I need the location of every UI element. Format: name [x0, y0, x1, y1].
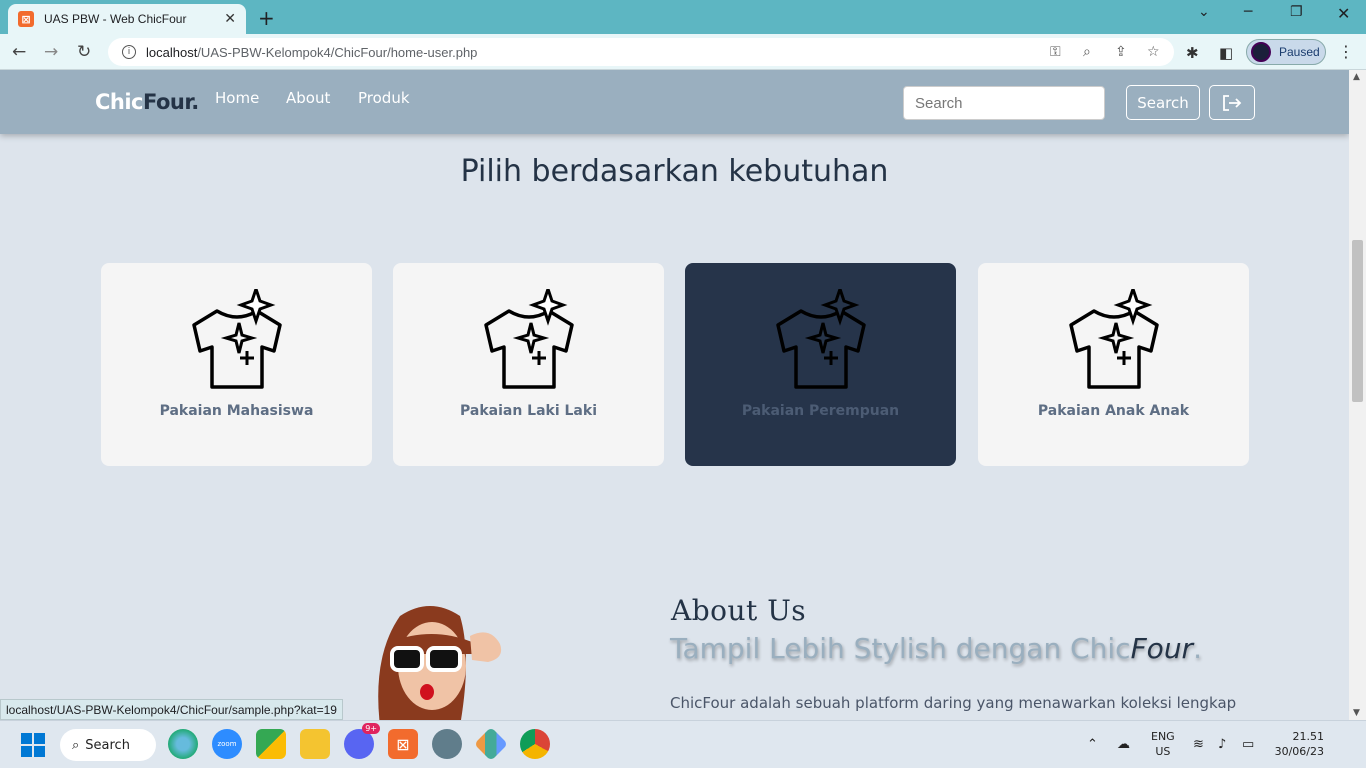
- gitkraken-icon[interactable]: [474, 727, 508, 761]
- category-heading: Pilih berdasarkan kebutuhan: [460, 154, 889, 189]
- nav-home[interactable]: Home: [215, 89, 259, 107]
- profile-status: Paused: [1279, 45, 1320, 59]
- nav-produk[interactable]: Produk: [358, 89, 410, 107]
- minimize-icon[interactable]: ─: [1244, 4, 1252, 20]
- restore-icon[interactable]: ❐: [1290, 4, 1303, 20]
- category-label: Pakaian Anak Anak: [1037, 403, 1190, 419]
- nav-about[interactable]: About: [286, 89, 330, 107]
- profile-button[interactable]: Paused: [1246, 39, 1326, 65]
- site-info-icon[interactable]: i: [122, 45, 136, 59]
- google-meet-icon[interactable]: [256, 729, 286, 759]
- tab-title: UAS PBW - Web ChicFour: [44, 12, 187, 26]
- avatar: [1251, 42, 1271, 62]
- category-label: Pakaian Perempuan: [741, 403, 900, 419]
- shirt-sparkle-icon: [1069, 289, 1159, 389]
- about-subtitle-dot: .: [1193, 632, 1202, 665]
- share-icon[interactable]: ⇪: [1115, 44, 1127, 60]
- about-paragraph: ChicFour adalah sebuah platform daring y…: [670, 694, 1237, 712]
- scroll-down-icon[interactable]: ▼: [1353, 708, 1360, 718]
- file-explorer-icon[interactable]: [300, 729, 330, 759]
- clock-time: 21.51: [1292, 730, 1325, 743]
- scrollbar-thumb[interactable]: [1352, 240, 1363, 402]
- site-search-input[interactable]: Search: [903, 86, 1105, 120]
- logout-button[interactable]: [1209, 85, 1255, 120]
- chrome-menu-icon[interactable]: ⋮: [1338, 42, 1354, 61]
- windows-start-icon[interactable]: [21, 733, 45, 757]
- windows-taskbar: ⌕ Search zoom 9+ ⊠ ⌃ ☁ ENG US ≋ ♪ ▭ 21.51 3…: [0, 720, 1366, 768]
- scroll-up-icon[interactable]: ▲: [1353, 72, 1360, 82]
- shirt-sparkle-icon: [192, 289, 282, 389]
- search-placeholder: Search: [915, 94, 963, 112]
- about-subtitle-four: Four: [1130, 632, 1194, 665]
- site-navbar: ChicFour. Home About Produk Search Searc…: [0, 70, 1349, 134]
- category-card-mahasiswa[interactable]: Pakaian Mahasiswa: [101, 263, 372, 466]
- address-bar[interactable]: i localhost/UAS-PBW-Kelompok4/ChicFour/h…: [108, 38, 1174, 66]
- logo-four: Four: [143, 90, 192, 114]
- url-host: localhost: [146, 44, 198, 60]
- wifi-icon[interactable]: ≋: [1193, 737, 1204, 752]
- settings-gear-icon[interactable]: [432, 729, 462, 759]
- system-clock[interactable]: 21.51 30/06/23: [1272, 729, 1324, 759]
- extensions-icon[interactable]: ✱: [1186, 44, 1199, 62]
- key-icon[interactable]: ⚿: [1050, 44, 1061, 60]
- back-icon[interactable]: ←: [12, 42, 26, 62]
- category-card-anak-anak[interactable]: Pakaian Anak Anak: [978, 263, 1249, 466]
- url-path: /UAS-PBW-Kelompok4/ChicFour/home-user.ph…: [197, 44, 478, 60]
- page-viewport: ChicFour. Home About Produk Search Searc…: [0, 70, 1349, 720]
- search-icon: ⌕: [72, 737, 80, 753]
- volume-icon[interactable]: ♪: [1218, 737, 1226, 752]
- taskbar-search[interactable]: ⌕ Search: [60, 729, 156, 761]
- shirt-sparkle-icon: [776, 289, 866, 389]
- about-subtitle-main: Tampil Lebih Stylish dengan Chic: [670, 632, 1131, 665]
- logo-dot: .: [191, 90, 199, 114]
- bookmark-star-icon[interactable]: ☆: [1147, 44, 1160, 60]
- xampp-icon[interactable]: ⊠: [388, 729, 418, 759]
- site-logo[interactable]: ChicFour.: [95, 90, 199, 114]
- close-tab-icon[interactable]: ✕: [224, 11, 236, 27]
- url-text: localhost/UAS-PBW-Kelompok4/ChicFour/hom…: [146, 45, 477, 60]
- taskbar-search-label: Search: [85, 737, 130, 753]
- lang-top: ENG: [1151, 730, 1175, 743]
- onedrive-icon[interactable]: ☁: [1117, 737, 1130, 752]
- new-tab-icon[interactable]: +: [258, 6, 275, 30]
- logo-chic: Chic: [95, 90, 144, 114]
- battery-icon[interactable]: ▭: [1242, 737, 1254, 752]
- status-bar-url: localhost/UAS-PBW-Kelompok4/ChicFour/sam…: [0, 699, 343, 720]
- category-label: Pakaian Mahasiswa: [159, 403, 314, 419]
- shirt-sparkle-icon: [484, 289, 574, 389]
- close-window-icon[interactable]: ✕: [1337, 4, 1350, 23]
- zoom-icon[interactable]: zoom: [212, 729, 242, 759]
- browser-tab[interactable]: ⊠ UAS PBW - Web ChicFour ✕: [8, 4, 246, 34]
- tab-search-chevron-icon[interactable]: ⌄: [1198, 4, 1210, 20]
- clock-date: 30/06/23: [1274, 745, 1324, 758]
- logout-icon: [1223, 94, 1242, 111]
- language-indicator[interactable]: ENG US: [1151, 729, 1175, 759]
- reload-icon[interactable]: ↻: [77, 42, 91, 62]
- category-label: Pakaian Laki Laki: [459, 403, 597, 419]
- discord-icon[interactable]: 9+: [344, 723, 380, 759]
- edge-icon[interactable]: [168, 729, 198, 759]
- category-card-perempuan[interactable]: Pakaian Perempuan: [685, 263, 956, 466]
- zoom-icon[interactable]: ⌕: [1083, 44, 1091, 60]
- about-subtitle: Tampil Lebih Stylish dengan ChicFour.: [670, 632, 1202, 665]
- tray-overflow-chevron-icon[interactable]: ⌃: [1087, 737, 1098, 752]
- model-photo: [378, 606, 502, 720]
- chrome-icon[interactable]: [520, 729, 550, 759]
- side-panel-icon[interactable]: ◧: [1219, 44, 1233, 62]
- browser-toolbar: ← → ↻ i localhost/UAS-PBW-Kelompok4/Chic…: [0, 34, 1366, 70]
- category-card-laki-laki[interactable]: Pakaian Laki Laki: [393, 263, 664, 466]
- xampp-favicon-icon: ⊠: [18, 11, 34, 27]
- site-search-button[interactable]: Search: [1126, 85, 1200, 120]
- lang-bottom: US: [1155, 745, 1171, 758]
- page-scrollbar[interactable]: ▲ ▼: [1349, 70, 1366, 720]
- browser-tab-bar: ⊠ UAS PBW - Web ChicFour ✕ + ⌄ ─ ❐ ✕: [0, 0, 1366, 34]
- about-title: About Us: [671, 594, 807, 627]
- discord-badge: 9+: [362, 723, 380, 734]
- forward-icon[interactable]: →: [44, 42, 58, 62]
